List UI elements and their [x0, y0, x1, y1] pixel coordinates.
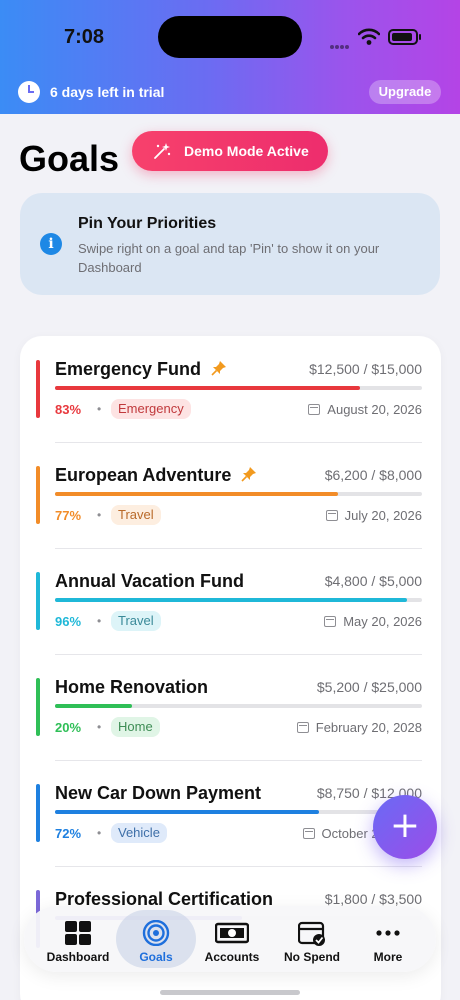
- goal-progress-fill: [55, 598, 408, 602]
- dynamic-island: [158, 16, 302, 58]
- demo-mode-badge[interactable]: Demo Mode Active: [132, 131, 328, 171]
- goal-category-tag: Vehicle: [111, 823, 167, 843]
- separator-dot: •: [97, 614, 102, 628]
- goal-percent: 77%: [55, 508, 82, 523]
- goal-amount: $5,200 / $25,000: [316, 679, 422, 695]
- goal-row[interactable]: European Adventure $6,200 / $8,000 77% • Tra…: [20, 442, 441, 548]
- goal-amount: $1,800 / $3,500: [324, 891, 422, 907]
- goal-date-text: February 20, 2028: [315, 720, 422, 735]
- goal-accent-bar: [36, 466, 40, 524]
- tab-label: More: [373, 950, 403, 964]
- goal-row[interactable]: Home Renovation $5,200 / $25,000 20% • Home F…: [20, 654, 441, 760]
- pin-icon: [241, 467, 256, 482]
- goal-progress-fill: [55, 704, 133, 708]
- goal-category-tag: Travel: [111, 611, 161, 631]
- goal-progress-track: [55, 810, 422, 814]
- goal-category-tag: Home: [111, 717, 160, 737]
- magic-wand-icon: [154, 143, 171, 159]
- banknote-icon: [215, 922, 249, 944]
- goal-percent: 72%: [55, 826, 82, 841]
- goal-row[interactable]: Emergency Fund $12,500 / $15,000 83% • Emerg…: [20, 336, 441, 442]
- goal-progress-track: [55, 704, 422, 708]
- goal-target-date: February 20, 2028: [296, 720, 422, 735]
- goal-name: New Car Down Payment: [55, 783, 262, 803]
- goal-name: European Adventure: [55, 465, 232, 485]
- goal-category-tag: Travel: [111, 505, 161, 525]
- goal-category-tag: Emergency: [111, 399, 191, 419]
- goal-target-date: July 20, 2026: [325, 508, 422, 523]
- grid-icon: [65, 921, 91, 945]
- tab-dashboard[interactable]: Dashboard: [38, 910, 118, 968]
- tab-label: Accounts: [204, 950, 260, 964]
- goal-name: Emergency Fund: [55, 359, 202, 379]
- goal-date-text: May 20, 2026: [343, 614, 422, 629]
- upgrade-button[interactable]: Upgrade: [369, 80, 441, 104]
- goal-progress-track: [55, 598, 422, 602]
- goal-accent-bar: [36, 784, 40, 842]
- goal-date-text: August 20, 2026: [327, 402, 422, 417]
- tab-accounts[interactable]: Accounts: [192, 910, 272, 968]
- goal-percent: 96%: [55, 614, 82, 629]
- goal-date-text: July 20, 2026: [344, 508, 422, 523]
- goal-amount: $6,200 / $8,000: [324, 467, 422, 483]
- goal-progress-track: [55, 386, 422, 390]
- goal-accent-bar: [36, 572, 40, 630]
- tab-label: Dashboard: [46, 950, 110, 964]
- goal-progress-fill: [55, 810, 320, 814]
- calendar-check-icon: [298, 921, 325, 946]
- demo-mode-label: Demo Mode Active: [184, 143, 309, 159]
- goal-accent-bar: [36, 360, 40, 418]
- tab-bar: Dashboard Goals Accounts No Spend More: [24, 906, 436, 972]
- pin-icon: [211, 361, 226, 376]
- separator-dot: •: [97, 402, 102, 416]
- goal-row[interactable]: Annual Vacation Fund $4,800 / $5,000 96% • T…: [20, 548, 441, 654]
- battery-icon: [388, 29, 421, 45]
- goal-accent-bar: [36, 678, 40, 736]
- status-time: 7:08: [64, 26, 105, 48]
- goal-name: Annual Vacation Fund: [55, 571, 245, 591]
- goal-progress-fill: [55, 386, 360, 390]
- goal-progress-fill: [55, 492, 338, 496]
- calendar-icon: [325, 510, 338, 521]
- target-icon: [142, 920, 170, 946]
- clock-icon: [18, 81, 40, 103]
- ellipsis-icon: [376, 930, 400, 936]
- signal-icon: [330, 36, 352, 49]
- calendar-icon: [302, 828, 315, 839]
- wifi-icon: [358, 28, 380, 45]
- hint-body: Swipe right on a goal and tap 'Pin' to s…: [78, 241, 380, 275]
- home-indicator: [160, 990, 300, 995]
- goal-percent: 20%: [55, 720, 82, 735]
- info-icon: i: [40, 233, 62, 255]
- tab-label: No Spend: [284, 950, 340, 964]
- goal-target-date: August 20, 2026: [308, 402, 422, 417]
- goal-percent: 83%: [55, 402, 82, 417]
- tab-label: Goals: [139, 950, 173, 964]
- goal-amount: $4,800 / $5,000: [324, 573, 422, 589]
- calendar-icon: [296, 722, 309, 733]
- hint-title: Pin Your Priorities: [78, 215, 217, 232]
- calendar-icon: [308, 404, 321, 415]
- goal-target-date: May 20, 2026: [324, 614, 422, 629]
- goals-list: Emergency Fund $12,500 / $15,000 83% • Emerg…: [20, 336, 441, 1000]
- separator-dot: •: [97, 720, 102, 734]
- goal-amount: $12,500 / $15,000: [309, 361, 422, 377]
- add-goal-button[interactable]: +: [373, 795, 437, 859]
- separator-dot: •: [97, 826, 102, 840]
- tab-no-spend[interactable]: No Spend: [272, 910, 352, 968]
- pin-hint-card: i Pin Your Priorities Swipe right on a g…: [20, 193, 440, 295]
- page-title: Goals: [19, 138, 120, 179]
- goal-name: Home Renovation: [55, 677, 209, 697]
- calendar-icon: [324, 616, 337, 627]
- trial-text: 6 days left in trial: [50, 84, 165, 100]
- tab-more[interactable]: More: [348, 910, 428, 968]
- separator-dot: •: [97, 508, 102, 522]
- tab-goals[interactable]: Goals: [116, 910, 196, 968]
- goal-progress-track: [55, 492, 422, 496]
